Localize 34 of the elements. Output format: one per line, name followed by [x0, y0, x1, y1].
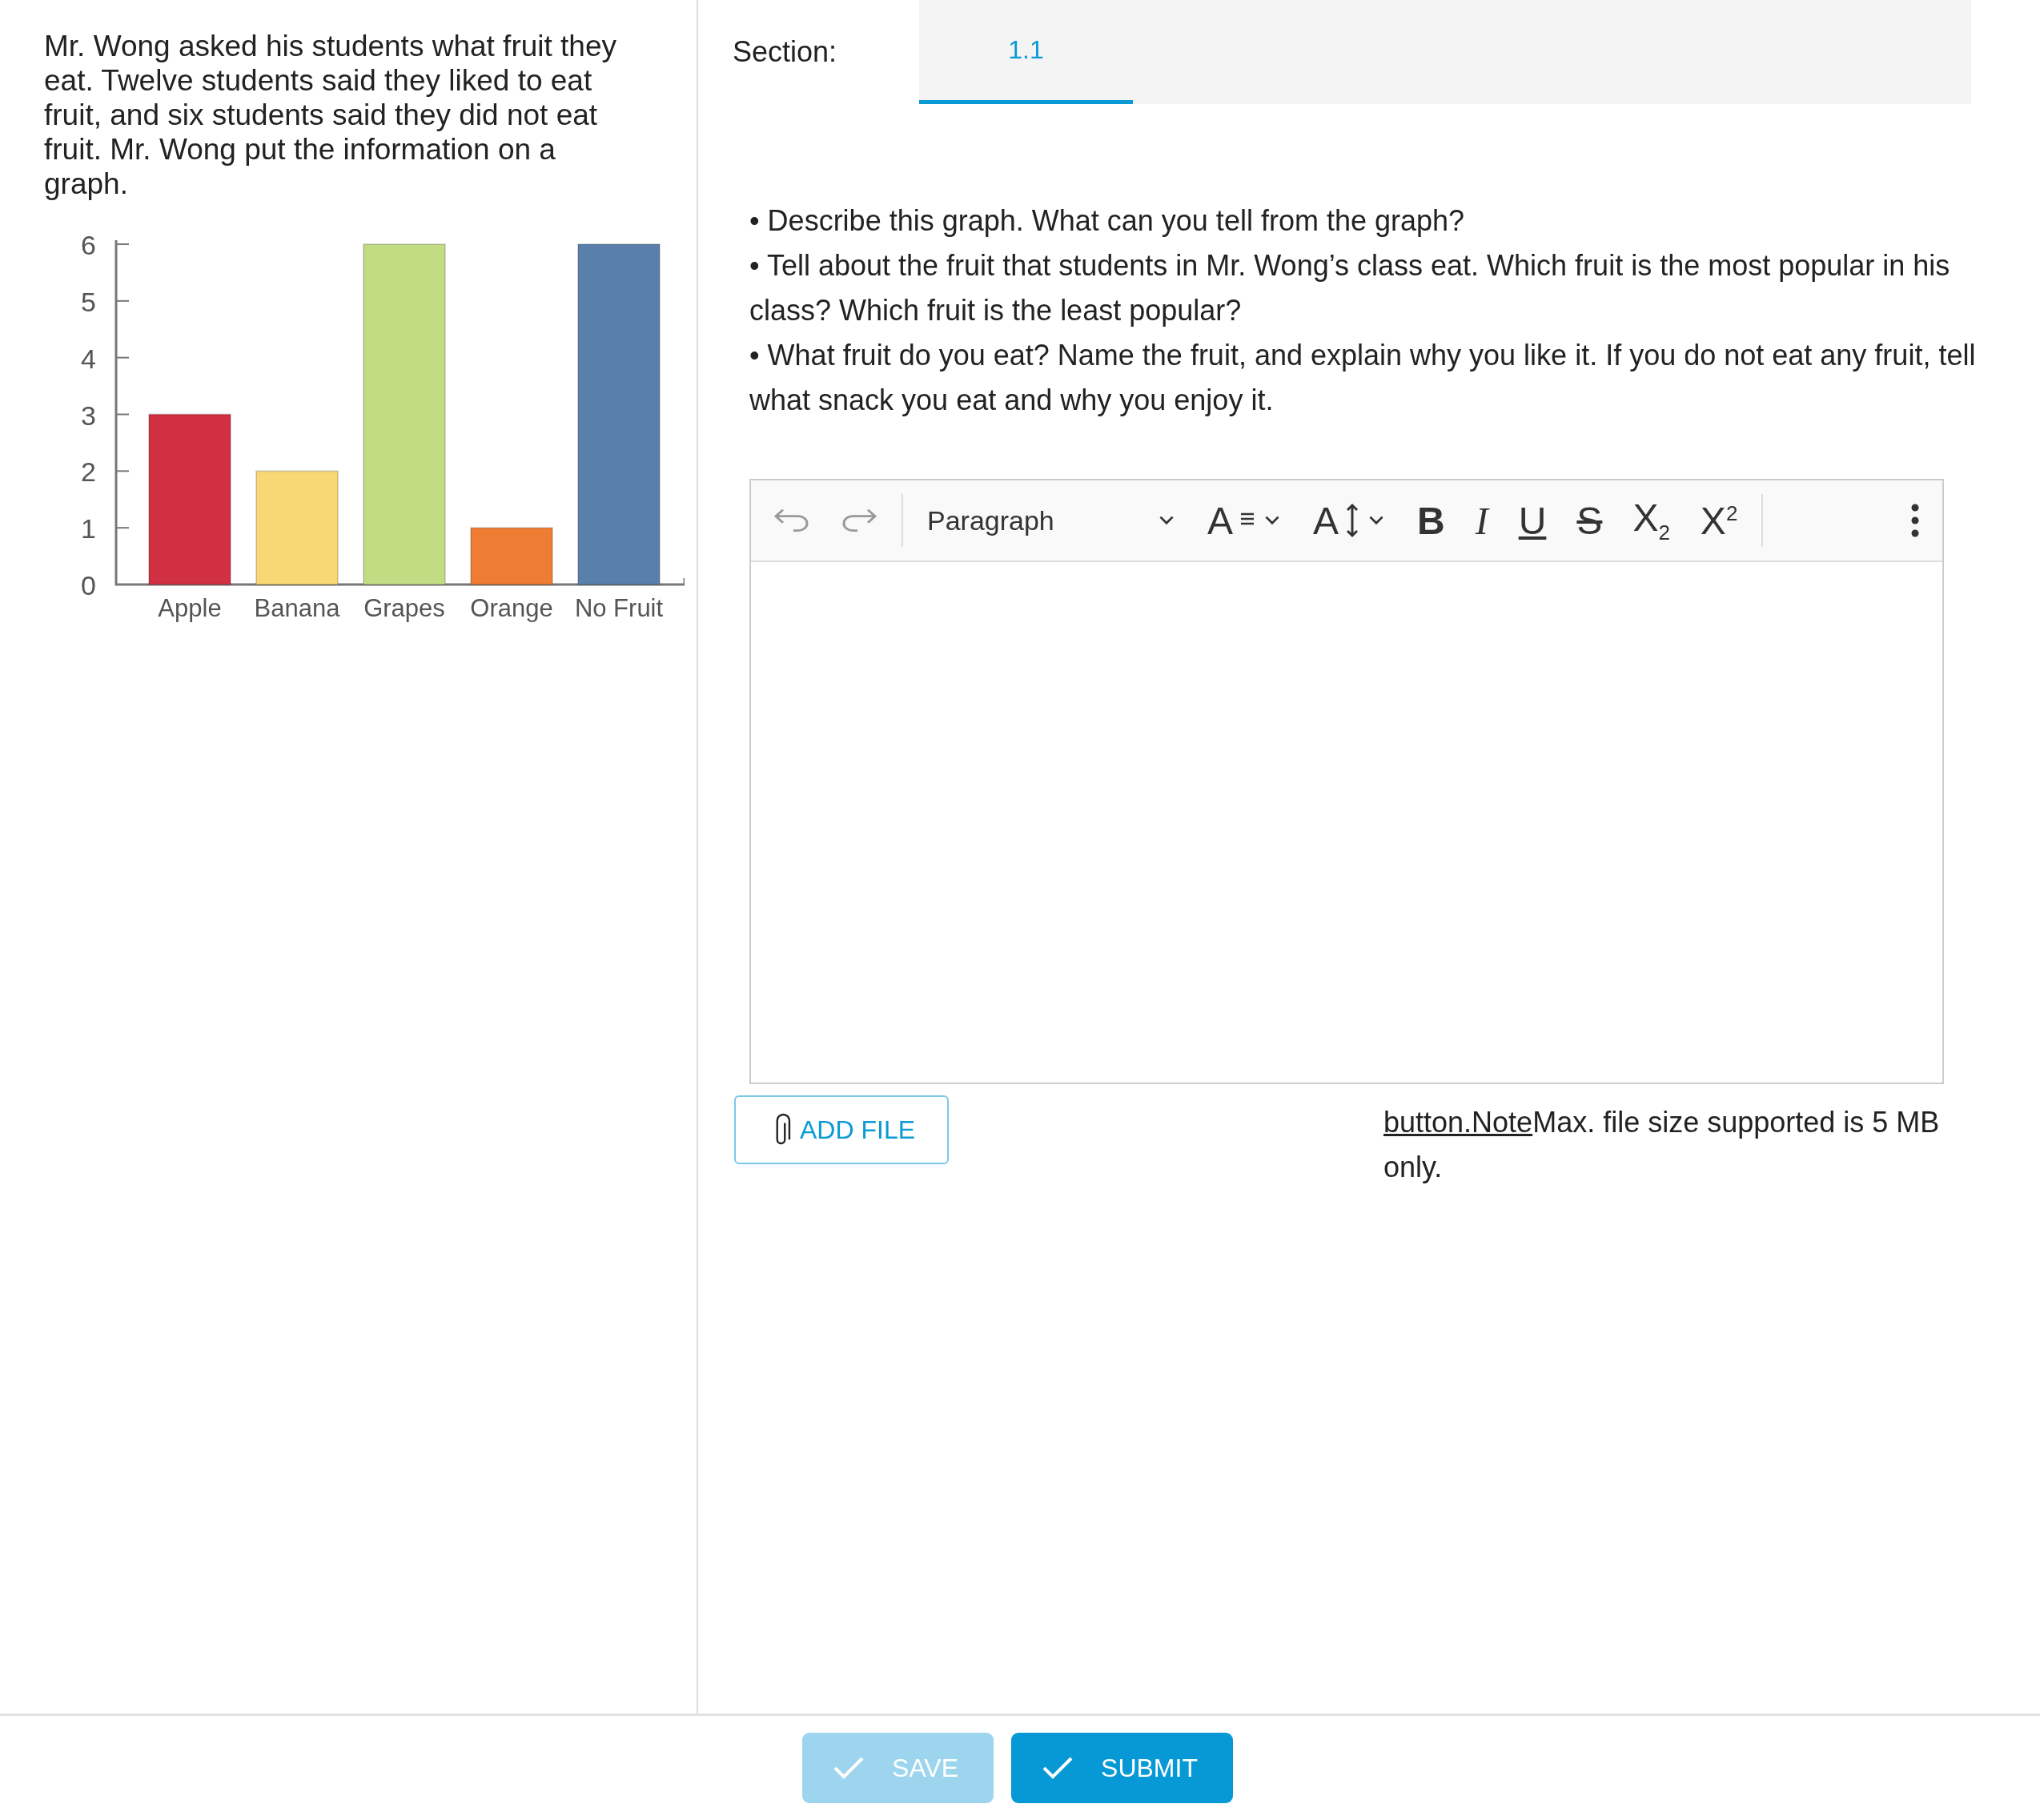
prompt-text: • Describe this graph. What can you tell from the graph?	[749, 203, 1466, 239]
y-tick-label: 2	[81, 456, 96, 488]
check-icon	[1042, 1756, 1074, 1780]
x-axis-label: Orange	[470, 594, 553, 622]
x-axis-label: No Fruit	[574, 594, 664, 622]
section-label: Section:	[732, 34, 838, 70]
superscript-button[interactable]: X$^{2}$	[1689, 492, 1749, 549]
check-icon	[833, 1756, 865, 1780]
italic-button[interactable]: I	[1464, 492, 1500, 549]
y-tick-label: 6	[81, 230, 96, 260]
file-size-note: button.NoteMax. file size supported is 5 MB only.	[1383, 1105, 1941, 1185]
font-size-button[interactable]: A	[1196, 492, 1294, 549]
bold-button[interactable]: B	[1406, 492, 1456, 549]
y-tick-label: 1	[81, 513, 96, 544]
x-axis-label: Apple	[158, 594, 222, 622]
subscript-button[interactable]: X$_{2}$	[1621, 492, 1681, 549]
y-tick-label: 4	[81, 343, 96, 374]
x-axis-label: Grapes	[363, 594, 445, 622]
x-axis-label: Banana	[254, 594, 340, 622]
more-vertical-icon	[1910, 503, 1920, 538]
prompt-text: • Tell about the fruit that students in Mr. Wong’s class eat. Which fruit is the most popular in his class? Which fruit is the least popular?	[749, 248, 1951, 328]
underline-button[interactable]: U	[1507, 492, 1558, 549]
undo-icon	[773, 507, 810, 534]
y-tick-label: 0	[81, 570, 96, 601]
prompt-text: • What fruit do you eat? Name the fruit, and explain why you like it. If you do not eat any fruit, tell what snack you eat and why you enjoy it.	[749, 338, 1977, 418]
strike-button[interactable]: S	[1565, 492, 1614, 549]
note-link[interactable]: button.Note	[1383, 1106, 1533, 1139]
vertical-arrows-icon	[1345, 503, 1360, 538]
redo-icon	[841, 507, 877, 534]
y-tick-label: 3	[81, 400, 96, 431]
y-tick-label: 5	[81, 286, 96, 317]
paragraph-dropdown[interactable]: Paragraph	[916, 492, 1188, 549]
question-text: Mr. Wong asked his students what fruit they eat. Twelve students said they liked to eat fruit, and six students said they did not eat fruit. Mr. Wong put the information on a graph.	[44, 29, 617, 201]
line-height-button[interactable]: A	[1302, 492, 1399, 549]
